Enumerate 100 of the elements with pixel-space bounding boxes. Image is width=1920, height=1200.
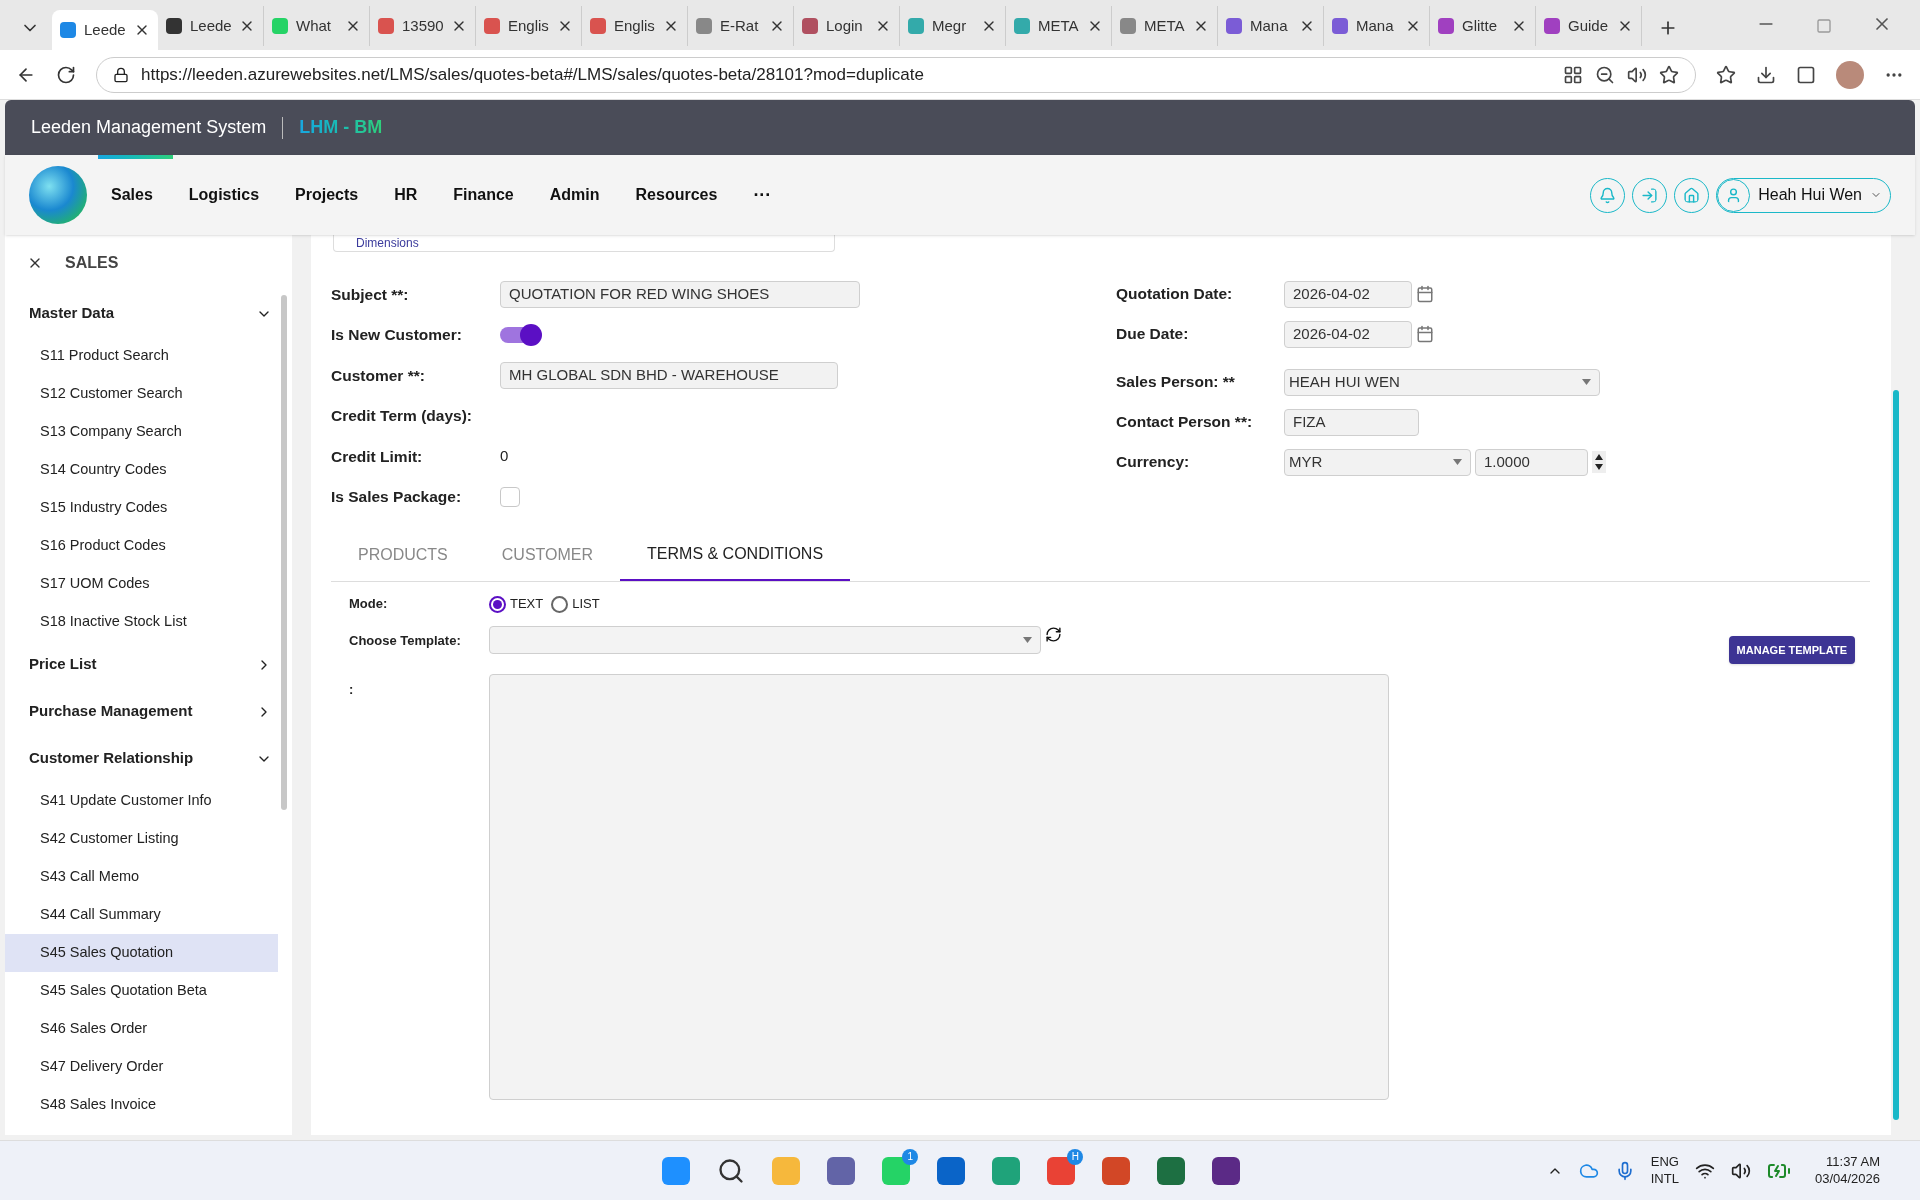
text-field[interactable]: QUOTATION FOR RED WING SHOES — [500, 280, 860, 308]
tab-title: META — [1038, 15, 1079, 36]
nav-item[interactable]: Logistics — [188, 183, 260, 207]
browser-tab[interactable]: E-Rat — [688, 6, 794, 46]
select-field[interactable]: MYR — [1284, 448, 1471, 476]
text-field[interactable]: 2026-04-02 — [1284, 320, 1412, 348]
tab-title: Englis — [508, 15, 549, 36]
sidebar-item[interactable]: S13 Company Search — [5, 413, 278, 451]
more-menu[interactable]: ··· — [753, 181, 772, 209]
checkbox[interactable] — [500, 486, 520, 507]
browser-tab[interactable]: Guide — [1536, 6, 1642, 46]
manage-template-button[interactable]: MANAGE TEMPLATE — [1728, 636, 1855, 664]
tab[interactable]: PRODUCTS — [331, 529, 475, 581]
apps-icon[interactable] — [1563, 64, 1583, 85]
radio-option[interactable]: LIST — [551, 594, 600, 614]
sidebar-item[interactable]: S18 Inactive Stock List — [5, 603, 278, 641]
spinner-icon[interactable] — [1592, 451, 1606, 473]
tab-title: 13590 — [402, 15, 443, 36]
browser-tab[interactable]: Login — [794, 6, 900, 46]
sidebar-item[interactable]: S16 Product Codes — [5, 527, 278, 565]
sidebar-group[interactable]: Customer Relationship — [5, 735, 278, 782]
zoom-icon[interactable] — [1595, 64, 1615, 85]
browser-tab[interactable]: Leede — [158, 6, 264, 46]
sidebar-item[interactable]: S44 Call Summary — [5, 896, 278, 934]
radio-option[interactable]: TEXT — [489, 594, 544, 614]
tab-title: Mana — [1356, 15, 1395, 36]
favorites-icon[interactable] — [1716, 64, 1736, 85]
text-field[interactable]: 1.0000 — [1475, 448, 1588, 476]
sidebar-item[interactable]: S42 Customer Listing — [5, 820, 278, 858]
nav-item[interactable]: Admin — [549, 183, 600, 207]
sidebar-item[interactable]: S12 Customer Search — [5, 375, 278, 413]
tab-title: E-Rat — [720, 15, 760, 36]
taskbar-app-icon[interactable] — [937, 1156, 966, 1185]
nav-item[interactable]: Sales — [111, 183, 153, 207]
sidebar-item[interactable]: S48 Sales Invoice — [5, 1086, 278, 1124]
read-aloud-icon[interactable] — [1627, 64, 1647, 85]
sidebar-item[interactable]: S17 UOM Codes — [5, 565, 278, 603]
browser-tab[interactable]: Mana — [1218, 6, 1324, 46]
dimensions-panel[interactable]: Dimensions — [333, 235, 835, 252]
profile-avatar-icon[interactable] — [1836, 60, 1864, 89]
sidebar-group[interactable]: Purchase Management — [5, 688, 278, 735]
field-label: Quotation Date: — [1116, 284, 1234, 305]
sidebar-item[interactable]: S11 Product Search — [5, 337, 278, 375]
refresh-icon[interactable] — [1045, 626, 1062, 643]
logo-icon[interactable] — [29, 166, 87, 224]
scrollbar[interactable] — [281, 295, 287, 810]
favorite-icon[interactable] — [1659, 64, 1679, 85]
browser-tab[interactable]: Megr — [900, 6, 1006, 46]
taskbar-app-icon[interactable] — [1102, 1156, 1131, 1185]
browser-tab[interactable]: Englis — [582, 6, 688, 46]
volume-icon[interactable] — [1730, 1160, 1751, 1181]
nav-item[interactable]: HR — [394, 183, 418, 207]
browser-tab[interactable]: What — [264, 6, 370, 46]
tab-favicon-icon — [272, 18, 288, 34]
browser-tab[interactable]: Leede — [52, 10, 158, 50]
tab-favicon-icon — [1544, 18, 1560, 34]
sidebar-item[interactable]: S45 Sales Quotation Beta — [5, 972, 278, 1010]
browser-tab[interactable]: META — [1006, 6, 1112, 46]
taskbar-app-icon[interactable] — [1212, 1156, 1241, 1185]
browser-tab[interactable]: Englis — [476, 6, 582, 46]
nav-item[interactable]: Resources — [635, 183, 718, 207]
taskbar-app-icon[interactable] — [827, 1156, 856, 1185]
notification-badge: H — [1067, 1148, 1084, 1165]
nav-item[interactable]: Projects — [295, 183, 359, 207]
select-field[interactable]: HEAH HUI WEN — [1284, 368, 1600, 396]
taskbar-app-icon[interactable] — [1157, 1156, 1186, 1185]
download-icon[interactable] — [1756, 64, 1776, 85]
reload-icon[interactable] — [56, 64, 76, 85]
tab-favicon-icon — [378, 18, 394, 34]
calendar-icon[interactable] — [1416, 285, 1434, 303]
text-field[interactable]: 2026-04-02 — [1284, 280, 1412, 308]
language-indicator[interactable]: ENG INTL — [1650, 1154, 1679, 1187]
tab[interactable]: TERMS & CONDITIONS — [620, 529, 851, 581]
sidebar-group[interactable]: Master Data — [5, 290, 278, 337]
browser-tab[interactable]: Glitte — [1430, 6, 1536, 46]
text-field[interactable]: MH GLOBAL SDN BHD - WAREHOUSE — [500, 361, 838, 389]
search-icon[interactable] — [717, 1156, 746, 1185]
sidebar-item[interactable]: S15 Industry Codes — [5, 489, 278, 527]
toggle-switch[interactable] — [500, 326, 540, 343]
sidebar-group[interactable]: Price List — [5, 641, 278, 688]
tab-favicon-icon — [908, 18, 924, 34]
sidebar-item[interactable]: S45 Sales Quotation — [5, 934, 278, 972]
browser-tab[interactable]: 13590 — [370, 6, 476, 46]
sidebar-item[interactable]: S14 Country Codes — [5, 451, 278, 489]
sidebar-item[interactable]: S43 Call Memo — [5, 858, 278, 896]
nav-item[interactable]: Finance — [453, 183, 514, 207]
tab[interactable]: CUSTOMER — [474, 529, 621, 581]
sidebar-item[interactable]: S47 Delivery Order — [5, 1048, 278, 1086]
sidebar-item[interactable]: S46 Sales Order — [5, 1010, 278, 1048]
sidebar-item[interactable]: S41 Update Customer Info — [5, 782, 278, 820]
calendar-icon[interactable] — [1416, 325, 1434, 343]
tab-title: Leede — [84, 19, 126, 40]
tab-favicon-icon — [484, 18, 500, 34]
scrollbar[interactable] — [1893, 390, 1899, 1120]
text-field[interactable]: FIZA — [1284, 408, 1419, 436]
browser-tab[interactable]: Mana — [1324, 6, 1430, 46]
clock[interactable]: 11:37 AM 03/04/2026 — [1814, 1154, 1880, 1187]
field-label: Currency: — [1116, 452, 1191, 473]
browser-tab[interactable]: META — [1112, 6, 1218, 46]
app-title: Leeden Management System — [31, 116, 267, 139]
